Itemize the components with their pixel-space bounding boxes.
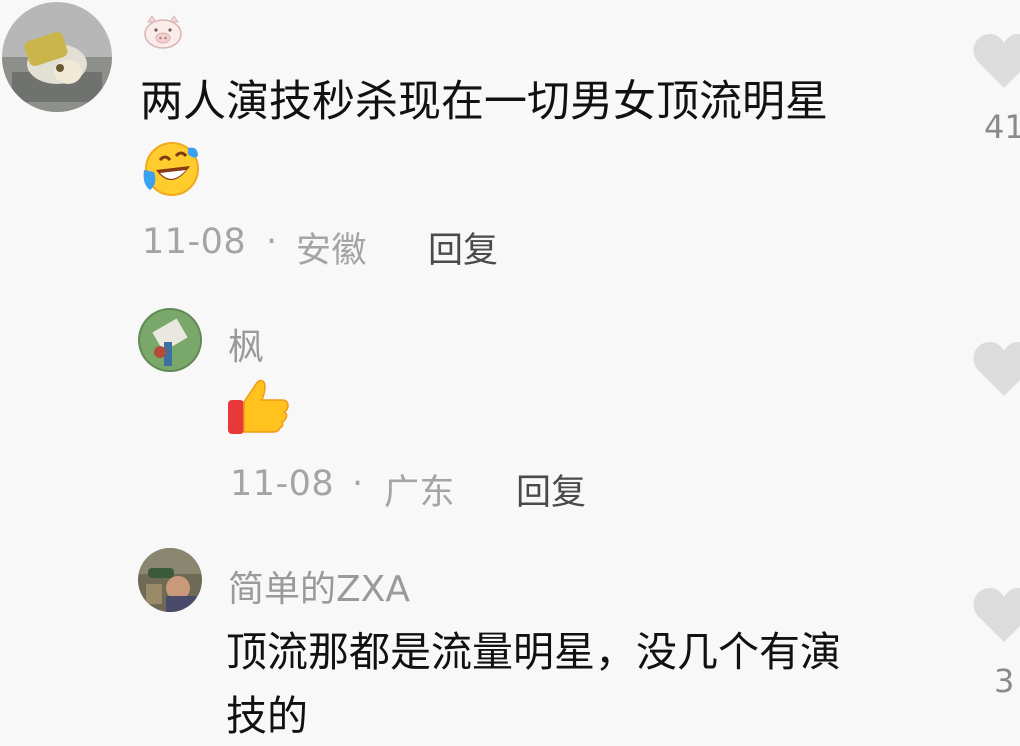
like-button[interactable] xyxy=(972,30,1020,96)
like-button[interactable] xyxy=(972,584,1020,650)
avatar[interactable] xyxy=(138,548,202,612)
heart-icon xyxy=(973,34,1020,88)
comment-date: 11-08 xyxy=(142,222,247,262)
thumbs-up-emoji-icon xyxy=(226,378,290,436)
comment-location: 安徽 xyxy=(296,231,368,271)
avatar[interactable] xyxy=(2,2,112,112)
reply-button[interactable]: 回复 xyxy=(516,464,586,515)
comment-item-1: 两人演技秒杀现在一切男女顶流明星 11-08 · 安徽 回复 41 xyxy=(0,0,1020,290)
comment-item-3: 简单的ZXA 顶流那都是流量明星，没几个有演 技的 3 xyxy=(0,530,1020,746)
comment-text-line-1: 顶流那都是流量明星，没几个有演 xyxy=(226,628,841,676)
comment-location: 广东 xyxy=(384,473,456,513)
comment-item-2: 枫 11-08 · 广东 回复 xyxy=(0,290,1020,530)
username[interactable]: 简单的ZXA xyxy=(228,560,410,612)
like-count: 3 xyxy=(994,662,1015,700)
reply-button[interactable]: 回复 xyxy=(428,222,498,273)
like-button[interactable] xyxy=(972,338,1020,404)
comment-text-line-2: 技的 xyxy=(226,692,308,740)
meta-separator: · xyxy=(352,464,364,504)
heart-icon xyxy=(973,342,1020,396)
like-count: 41 xyxy=(984,108,1020,146)
laughing-crying-emoji-icon xyxy=(140,140,200,198)
meta-separator: · xyxy=(266,222,278,262)
heart-icon xyxy=(973,588,1020,642)
pig-face-icon xyxy=(142,14,184,50)
username[interactable]: 枫 xyxy=(228,318,264,370)
comment-text: 两人演技秒杀现在一切男女顶流明星 xyxy=(140,77,828,127)
comment-date: 11-08 xyxy=(230,464,335,504)
avatar[interactable] xyxy=(138,308,202,372)
